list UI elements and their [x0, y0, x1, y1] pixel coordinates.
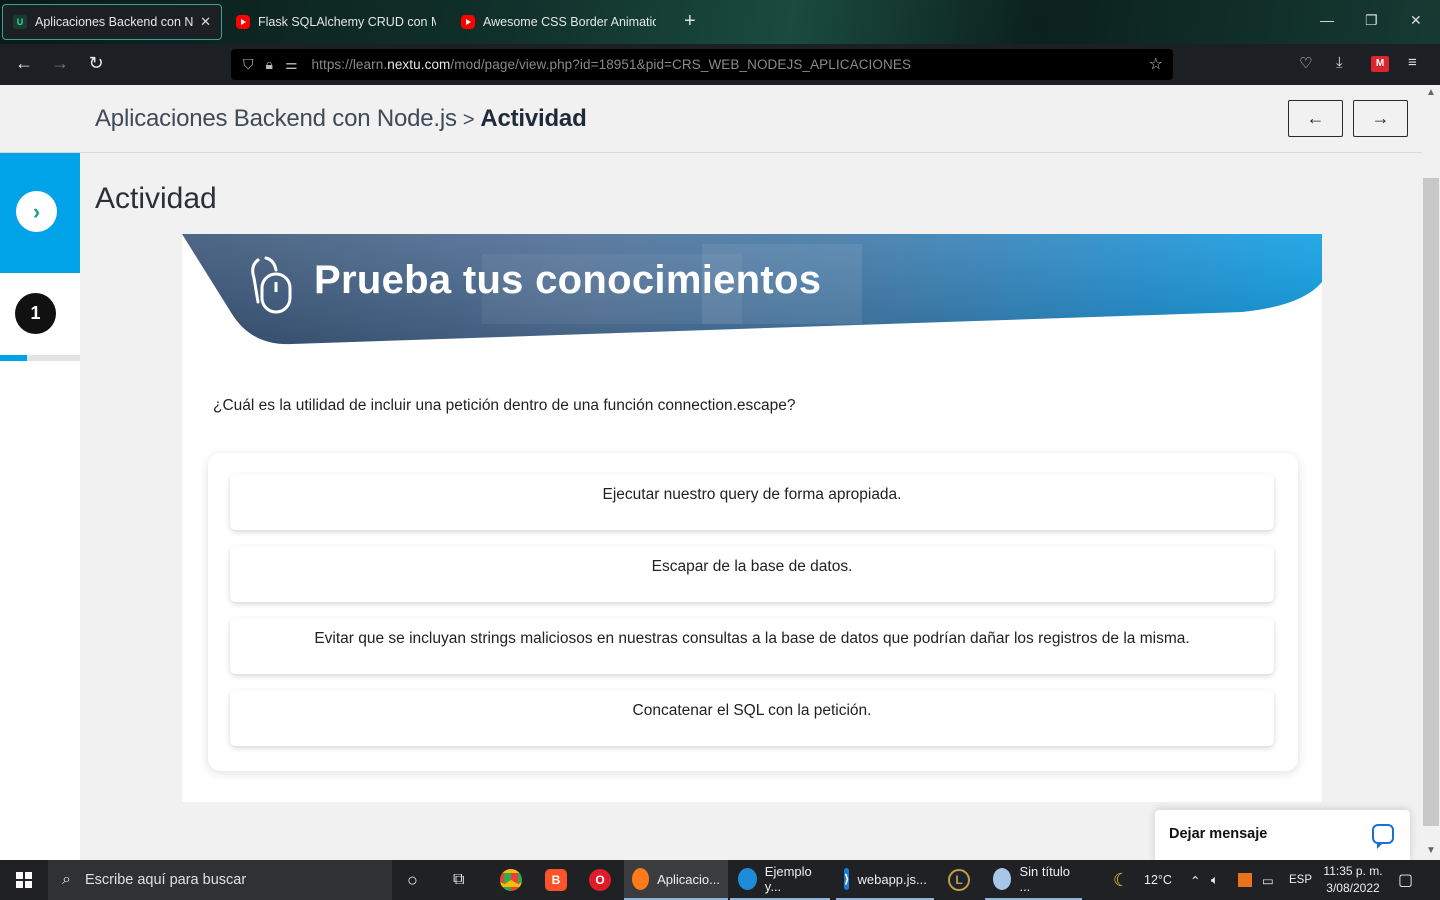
previous-button[interactable]: ←: [1288, 100, 1343, 137]
progress-fill: [0, 355, 28, 361]
taskbar-app-vscode[interactable]: ⟩ webapp.js...: [836, 860, 934, 900]
answer-option[interactable]: Escapar de la base de datos.: [230, 546, 1274, 602]
step-number[interactable]: 1: [15, 293, 56, 334]
edge-icon: [738, 868, 757, 890]
weather-moon-icon[interactable]: ☾: [1113, 860, 1129, 900]
menu-icon[interactable]: ≡: [1408, 54, 1417, 71]
lock-icon[interactable]: 🔒︎: [266, 56, 273, 73]
extension-icon[interactable]: M: [1371, 56, 1389, 72]
search-placeholder: Escribe aquí para buscar: [84, 872, 247, 888]
youtube-icon: [461, 15, 475, 29]
breadcrumb-current: Actividad: [480, 105, 587, 132]
scrollbar-thumb[interactable]: [1423, 178, 1439, 826]
taskbar-search[interactable]: ⌕ Escribe aquí para buscar: [48, 860, 392, 900]
weather-temp[interactable]: 12°C: [1144, 860, 1172, 900]
youtube-icon: [236, 15, 250, 29]
browser-tab-bar: U Aplicaciones Backend con Node.js ✕ Fla…: [0, 0, 1440, 44]
notification-icon[interactable]: ▢: [1398, 860, 1413, 900]
question-text: ¿Cuál es la utilidad de incluir una peti…: [213, 397, 796, 414]
nextu-icon: U: [13, 15, 27, 29]
close-icon[interactable]: ✕: [200, 14, 211, 30]
url-text[interactable]: https://learn.nextu.com/mod/page/view.ph…: [312, 57, 912, 72]
scroll-down-icon[interactable]: ▼: [1426, 845, 1436, 856]
language-indicator[interactable]: ESP: [1289, 860, 1312, 900]
breadcrumb: Aplicaciones Backend con Node.js > Activid…: [95, 105, 587, 132]
cortana-icon[interactable]: ○: [407, 860, 418, 900]
forward-icon[interactable]: →: [48, 53, 72, 74]
windows-start-icon[interactable]: [0, 860, 48, 900]
task-view-icon[interactable]: ⧉: [453, 860, 464, 900]
volume-icon[interactable]: 🔈︎: [1211, 860, 1219, 900]
tray-chevron-icon[interactable]: ⌃: [1190, 860, 1200, 900]
new-tab-icon[interactable]: +: [684, 10, 696, 33]
reload-icon[interactable]: ↻: [84, 53, 108, 74]
banner-title: Prueba tus conocimientos: [314, 258, 822, 302]
search-icon: ⌕: [62, 871, 71, 888]
scroll-up-icon[interactable]: ▲: [1426, 87, 1436, 98]
clock[interactable]: 11:35 p. m. 3/08/2022: [1318, 863, 1388, 897]
paint-icon: [993, 868, 1012, 890]
answer-option[interactable]: Concatenar el SQL con la petición.: [230, 690, 1274, 746]
firefox-icon: [632, 868, 650, 890]
sidebar-toggle[interactable]: ›: [0, 153, 80, 273]
progress-bar: [0, 355, 80, 361]
sidebar: › 1: [0, 153, 80, 860]
permissions-icon[interactable]: ⚌: [285, 56, 298, 73]
mouse-click-icon: [251, 256, 292, 314]
shield-icon[interactable]: ⛉: [243, 56, 254, 73]
restore-icon[interactable]: ❐: [1365, 12, 1378, 29]
chat-bubble-icon[interactable]: [1372, 824, 1394, 849]
quiz-card: Prueba tus conocimientos ¿Cuál es la uti…: [182, 234, 1322, 802]
page-title: Actividad: [95, 182, 217, 215]
chat-label: Dejar mensaje: [1169, 826, 1268, 842]
app-tray-icon[interactable]: [1238, 860, 1252, 900]
taskbar-app-paint[interactable]: Sin título ...: [985, 860, 1082, 900]
back-icon[interactable]: ←: [12, 53, 36, 74]
browser-tab[interactable]: Flask SQLAlchemy CRUD con MySQL: [226, 4, 446, 40]
taskbar-app-edge[interactable]: Ejemplo y...: [730, 860, 830, 900]
opera-icon[interactable]: O: [589, 860, 619, 900]
bookmark-star-icon[interactable]: ☆: [1149, 54, 1163, 74]
tab-label: Flask SQLAlchemy CRUD con MySQL: [258, 15, 436, 29]
tab-label: Aplicaciones Backend con Node.js: [35, 15, 194, 29]
browser-nav-bar: ← → ↻ ⛉ 🔒︎ ⚌ https://learn.nextu.com/mod…: [0, 44, 1440, 85]
answer-option[interactable]: Ejecutar nuestro query de forma apropiad…: [230, 474, 1274, 530]
course-header: Aplicaciones Backend con Node.js > Activid…: [0, 85, 1422, 153]
network-icon[interactable]: ▭: [1262, 860, 1274, 900]
league-icon[interactable]: L: [948, 860, 978, 900]
page: Aplicaciones Backend con Node.js > Activid…: [0, 85, 1440, 862]
browser-tab-active[interactable]: U Aplicaciones Backend con Node.js ✕: [2, 4, 222, 40]
chrome-icon[interactable]: [500, 860, 530, 900]
vscode-icon: ⟩: [844, 868, 850, 890]
options-panel: Ejecutar nuestro query de forma apropiad…: [208, 453, 1298, 771]
minimize-icon[interactable]: —: [1320, 12, 1334, 28]
taskbar: ⌕ Escribe aquí para buscar ○ ⧉ B O Aplic…: [0, 860, 1440, 900]
tab-label: Awesome CSS Border Animation: [483, 15, 656, 29]
chat-widget[interactable]: Dejar mensaje: [1155, 810, 1410, 862]
page-scrollbar[interactable]: ▲ ▼: [1422, 85, 1440, 860]
pocket-icon[interactable]: ♡: [1299, 54, 1312, 72]
download-icon[interactable]: ⤓: [1336, 54, 1343, 71]
close-window-icon[interactable]: ✕: [1410, 12, 1422, 29]
breadcrumb-course[interactable]: Aplicaciones Backend con Node.js: [95, 105, 457, 132]
answer-option[interactable]: Evitar que se incluyan strings malicioso…: [230, 618, 1274, 674]
chevron-right-icon[interactable]: ›: [16, 191, 57, 232]
brave-icon[interactable]: B: [545, 860, 575, 900]
address-bar[interactable]: ⛉ 🔒︎ ⚌ https://learn.nextu.com/mod/page/…: [231, 49, 1173, 80]
next-button[interactable]: →: [1353, 100, 1408, 137]
taskbar-app-firefox[interactable]: Aplicacio...: [624, 860, 728, 900]
browser-tab[interactable]: Awesome CSS Border Animation: [451, 4, 666, 40]
